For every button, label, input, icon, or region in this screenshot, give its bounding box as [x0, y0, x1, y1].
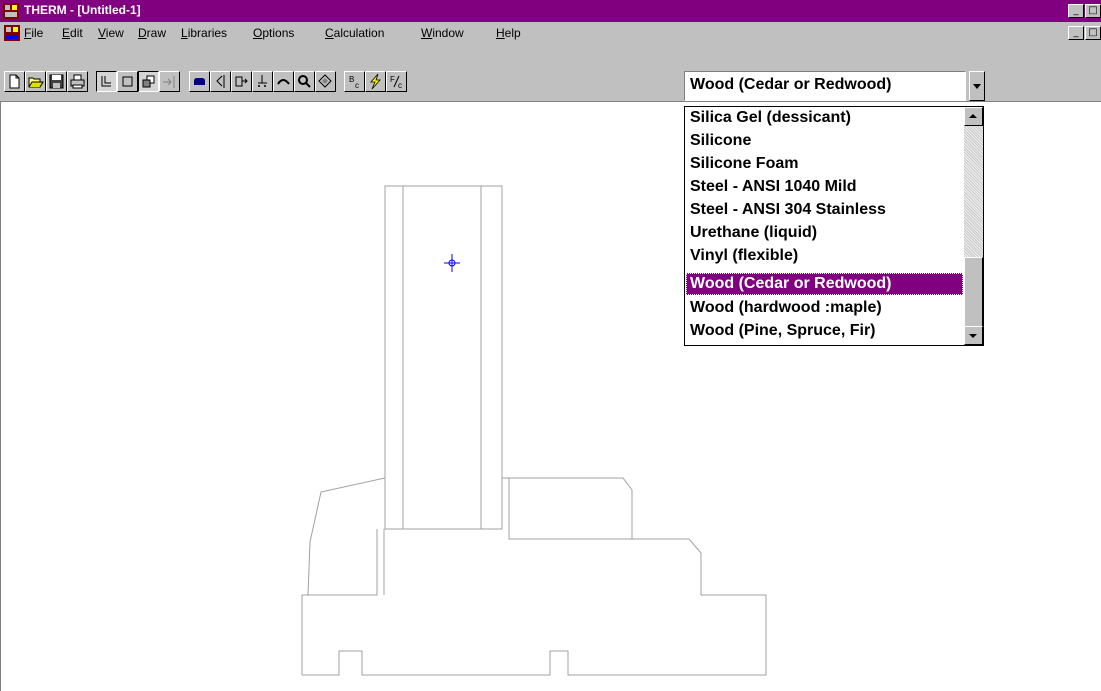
menu-draw[interactable]: Draw [138, 26, 166, 40]
select-arrow-icon [216, 75, 225, 88]
menu-libraries[interactable]: Libraries [181, 26, 227, 40]
save-disk-icon [49, 74, 64, 89]
window-title: THERM - [Untitled-1] [24, 3, 141, 17]
material-option[interactable]: Steel - ANSI 1040 Mild [686, 176, 963, 198]
select-arrow-button[interactable] [210, 71, 231, 92]
new-file-button[interactable] [4, 71, 25, 92]
restore-button[interactable]: □ [1085, 4, 1101, 18]
chevron-up-icon [969, 114, 977, 118]
temperature-icon: Fc [390, 75, 402, 90]
toolbar: Bc Fc Wood (Cedar or Redwood) [0, 44, 1101, 102]
calculate-lightning-icon [370, 73, 381, 90]
rotate-diamond-icon [318, 74, 332, 88]
menu-calculation[interactable]: Calculation [325, 26, 384, 40]
boundary-condition-button[interactable]: Bc [344, 71, 365, 92]
minimize-button[interactable]: _ [1068, 4, 1084, 18]
zoom-button[interactable] [294, 71, 315, 92]
material-option[interactable]: Urethane (liquid) [686, 222, 963, 244]
boundary-shape-icon [194, 78, 205, 85]
move-point-button[interactable] [231, 71, 252, 92]
svg-text:B: B [349, 75, 354, 84]
child-restore-button[interactable]: □ [1085, 26, 1101, 40]
temperature-units-button[interactable]: Fc [386, 71, 407, 92]
calculate-button[interactable] [365, 71, 386, 92]
material-option-selected[interactable]: Wood (Cedar or Redwood) [686, 273, 963, 295]
menu-window[interactable]: Window [421, 26, 464, 40]
material-option[interactable]: Wood (hardwood :maple) [686, 297, 963, 319]
insert-point-icon [163, 76, 175, 88]
open-button[interactable] [25, 71, 46, 92]
draw-point-icon [258, 75, 267, 87]
print-icon [70, 74, 85, 89]
svg-text:c: c [355, 81, 359, 90]
new-file-icon [9, 74, 20, 89]
undo-arc-button[interactable] [273, 71, 294, 92]
fill-void-button[interactable] [138, 71, 159, 92]
title-bar: THERM - [Untitled-1] _ □ [0, 0, 1101, 22]
open-folder-icon [28, 77, 44, 88]
insert-point-button[interactable] [159, 71, 180, 92]
zoom-magnifier-icon [298, 75, 311, 88]
scroll-down-button[interactable] [964, 326, 983, 345]
material-option[interactable]: Steel - ANSI 304 Stainless [686, 199, 963, 221]
material-dropdown-button[interactable] [969, 71, 985, 101]
material-combobox: Wood (Cedar or Redwood) [684, 71, 985, 102]
material-option[interactable]: Silicone [686, 130, 963, 152]
draw-rectangle-button[interactable] [117, 71, 138, 92]
material-option[interactable]: Silicone Foam [686, 153, 963, 175]
chevron-down-icon [969, 334, 977, 338]
draw-locator-icon [101, 76, 111, 87]
svg-text:c: c [398, 81, 402, 90]
material-dropdown-list: Silica Gel (dessicant) Silicone Silicone… [684, 106, 984, 346]
draw-locator-button[interactable] [96, 71, 117, 92]
draw-rectangle-icon [122, 76, 133, 87]
material-select[interactable]: Wood (Cedar or Redwood) [684, 71, 966, 101]
print-button[interactable] [67, 71, 88, 92]
material-option[interactable]: Wood (Pine, Spruce, Fir) [686, 320, 963, 342]
draw-point-button[interactable] [252, 71, 273, 92]
scroll-up-button[interactable] [964, 107, 983, 126]
svg-text:F: F [390, 75, 395, 84]
therm-app-icon[interactable] [3, 3, 19, 19]
therm-document-icon[interactable] [4, 25, 20, 41]
menu-view[interactable]: View [98, 26, 124, 40]
boundary-shape-button[interactable] [189, 71, 210, 92]
material-option[interactable]: Silica Gel (dessicant) [686, 107, 963, 129]
menu-file[interactable]: File [24, 26, 43, 40]
boundary-condition-icon: Bc [349, 75, 359, 90]
move-point-icon [235, 76, 248, 87]
fill-void-icon [142, 75, 155, 88]
menu-bar: File Edit View Draw Libraries Options Ca… [0, 22, 1101, 44]
chevron-down-icon [973, 84, 981, 89]
dropdown-scrollbar[interactable] [964, 107, 983, 345]
menu-edit[interactable]: Edit [62, 26, 83, 40]
scroll-thumb[interactable] [964, 257, 983, 327]
save-button[interactable] [46, 71, 67, 92]
menu-options[interactable]: Options [253, 26, 294, 40]
undo-arc-icon [277, 79, 290, 85]
rotate-button[interactable] [315, 71, 336, 92]
locator-crosshair [444, 254, 460, 272]
child-minimize-button[interactable]: _ [1068, 26, 1084, 40]
material-option[interactable]: Vinyl (flexible) [686, 245, 963, 267]
menu-help[interactable]: Help [496, 26, 521, 40]
